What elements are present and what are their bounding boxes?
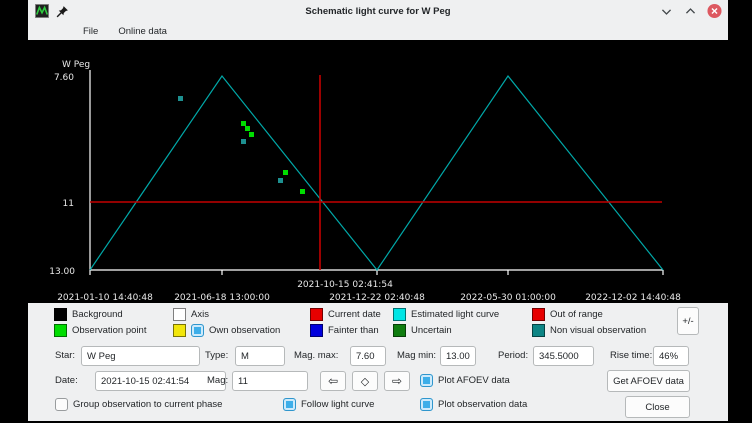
close-window-button[interactable]: Close bbox=[625, 396, 690, 418]
legend-item-estimated-light-curve: Estimated light curve bbox=[393, 307, 499, 321]
window-title: Schematic light curve for W Peg bbox=[28, 6, 728, 17]
legend-item-background: Background bbox=[54, 307, 123, 321]
group-observation-label: Group observation to current phase bbox=[73, 398, 222, 411]
legend-color-swatch bbox=[393, 324, 406, 337]
menu-item-online-data[interactable]: Online data bbox=[118, 26, 167, 37]
legend-label: Uncertain bbox=[411, 325, 452, 336]
legend-color-swatch bbox=[54, 308, 67, 321]
x-tick-label-1: 2021-01-10 14:40:48 bbox=[57, 293, 153, 303]
next-date-button[interactable]: ⇨ bbox=[384, 371, 410, 391]
light-curve-svg: W Peg 7.60 11 13.00 2021-10-15 02:41:54 … bbox=[28, 40, 728, 303]
current-date-plot-label: 2021-10-15 02:41:54 bbox=[297, 280, 393, 290]
observation-point bbox=[241, 121, 246, 126]
minimize-button[interactable] bbox=[659, 4, 674, 19]
legend-color-swatch bbox=[310, 324, 323, 337]
non-visual-observation-point bbox=[178, 96, 183, 101]
titlebar: Schematic light curve for W Peg bbox=[28, 0, 728, 23]
legend-label: Fainter than bbox=[328, 325, 379, 336]
y-tick-mag-max: 7.60 bbox=[54, 73, 74, 83]
y-tick-current-mag: 11 bbox=[63, 199, 74, 209]
period-label: Period: bbox=[498, 346, 528, 366]
mag-max-input[interactable] bbox=[350, 346, 386, 366]
desktop: Schematic light curve for W Peg File bbox=[0, 0, 752, 423]
plot-observation-label: Plot observation data bbox=[438, 398, 527, 411]
legend-item-uncertain: Uncertain bbox=[393, 323, 452, 337]
observation-point bbox=[283, 170, 288, 175]
type-label: Type: bbox=[205, 346, 228, 366]
control-panel: Star: Type: Mag. max: Mag min: Period: R… bbox=[28, 340, 728, 421]
plot-afoev-label: Plot AFOEV data bbox=[438, 374, 510, 387]
period-input[interactable] bbox=[533, 346, 594, 366]
legend-label: Observation point bbox=[72, 325, 146, 336]
observation-point bbox=[300, 189, 305, 194]
follow-light-curve-label: Follow light curve bbox=[301, 398, 374, 411]
x-tick-label-3: 2021-12-22 02:40:48 bbox=[329, 293, 425, 303]
mag-max-label: Mag. max: bbox=[294, 346, 338, 366]
mag-min-label: Mag min: bbox=[397, 346, 436, 366]
menu-item-file[interactable]: File bbox=[83, 26, 98, 37]
date-label: Date: bbox=[55, 371, 78, 391]
legend-label: Axis bbox=[191, 309, 209, 320]
legend-label: Out of range bbox=[550, 309, 603, 320]
current-phase-button[interactable]: ◇ bbox=[352, 371, 378, 391]
legend-item-out-of-range: Out of range bbox=[532, 307, 603, 321]
menubar: File Online data bbox=[28, 22, 728, 40]
close-button[interactable] bbox=[707, 4, 722, 19]
legend-item-own-observation: Own observation bbox=[173, 323, 280, 337]
plot-area[interactable]: W Peg 7.60 11 13.00 2021-10-15 02:41:54 … bbox=[28, 40, 728, 303]
rise-time-label: Rise time: bbox=[610, 346, 652, 366]
legend-item-observation-point: Observation point bbox=[54, 323, 146, 337]
legend-color-swatch bbox=[54, 324, 67, 337]
non-visual-observation-point bbox=[278, 178, 283, 183]
own-observation-checkbox[interactable] bbox=[191, 324, 204, 337]
plot-afoev-checkbox[interactable] bbox=[420, 374, 433, 387]
legend-bar: +/- Background Observation point AxisOwn o… bbox=[28, 303, 728, 341]
legend-more-button[interactable]: +/- bbox=[677, 307, 699, 335]
legend-color-swatch bbox=[173, 324, 186, 337]
group-observation-checkbox[interactable] bbox=[55, 398, 68, 411]
star-input[interactable] bbox=[81, 346, 200, 366]
mag-label: Mag: bbox=[207, 371, 228, 391]
legend-item-fainter-than: Fainter than bbox=[310, 323, 379, 337]
star-name-label: W Peg bbox=[62, 60, 90, 70]
mag-min-input[interactable] bbox=[440, 346, 476, 366]
estimated-light-curve bbox=[90, 76, 663, 270]
legend-item-non-visual-observation: Non visual observation bbox=[532, 323, 646, 337]
get-afoev-button[interactable]: Get AFOEV data bbox=[607, 370, 690, 392]
legend-color-swatch bbox=[532, 308, 545, 321]
legend-color-swatch bbox=[393, 308, 406, 321]
type-input[interactable] bbox=[235, 346, 285, 366]
legend-color-swatch bbox=[532, 324, 545, 337]
legend-label: Own observation bbox=[209, 325, 280, 336]
x-tick-label-2: 2021-06-18 13:00:00 bbox=[174, 293, 270, 303]
legend-color-swatch bbox=[310, 308, 323, 321]
observation-point bbox=[245, 126, 250, 131]
window-controls bbox=[659, 0, 722, 22]
y-tick-mag-min: 13.00 bbox=[49, 267, 75, 277]
star-label: Star: bbox=[55, 346, 75, 366]
maximize-button[interactable] bbox=[683, 4, 698, 19]
legend-color-swatch bbox=[173, 308, 186, 321]
rise-time-input[interactable] bbox=[653, 346, 689, 366]
mag-input[interactable] bbox=[232, 371, 308, 391]
legend-label: Current date bbox=[328, 309, 381, 320]
legend-label: Estimated light curve bbox=[411, 309, 499, 320]
legend-label: Non visual observation bbox=[550, 325, 646, 336]
x-tick-label-4: 2022-05-30 01:00:00 bbox=[460, 293, 556, 303]
legend-label: Background bbox=[72, 309, 123, 320]
plot-observation-checkbox[interactable] bbox=[420, 398, 433, 411]
previous-date-button[interactable]: ⇦ bbox=[320, 371, 346, 391]
non-visual-observation-point bbox=[241, 139, 246, 144]
observation-point bbox=[249, 132, 254, 137]
legend-item-axis: Axis bbox=[173, 307, 209, 321]
legend-item-current-date: Current date bbox=[310, 307, 381, 321]
light-curve-window: Schematic light curve for W Peg File bbox=[28, 0, 728, 421]
x-tick-label-5: 2022-12-02 14:40:48 bbox=[585, 293, 681, 303]
follow-light-curve-checkbox[interactable] bbox=[283, 398, 296, 411]
